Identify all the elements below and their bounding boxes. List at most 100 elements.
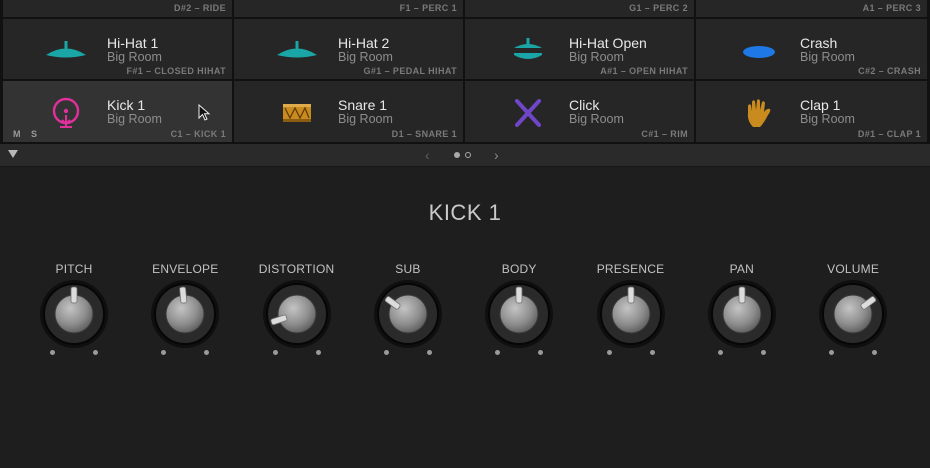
pad-ride[interactable]: D#2 – RIDE (3, 0, 232, 17)
pad-note: A#1 – OPEN HIHAT (600, 66, 688, 76)
knob-distortion: DISTORTION (242, 261, 352, 361)
cymbal-icon (274, 31, 320, 71)
next-page-button[interactable]: › (494, 146, 499, 164)
knob-min-marker (161, 350, 167, 355)
knob-max-marker (426, 350, 432, 355)
rotary-knob[interactable] (818, 279, 888, 349)
pad-name: Hi-Hat 1 (107, 35, 159, 51)
pad-note: F1 – PERC 1 (399, 3, 457, 13)
page-indicator-1[interactable] (454, 152, 460, 158)
cymbal-icon (43, 31, 89, 71)
pad-name: Snare 1 (338, 97, 388, 113)
page-indicator-2[interactable] (465, 152, 471, 158)
pad-note: D#1 – CLAP 1 (857, 129, 921, 139)
pad-name: Hi-Hat Open (569, 35, 647, 51)
mute-button[interactable]: M (13, 129, 21, 139)
pad-kit: Big Room (107, 50, 162, 64)
pad-name: Hi-Hat 2 (338, 35, 390, 51)
rotary-knob[interactable] (150, 279, 220, 349)
crash-cymbal-icon (736, 31, 782, 71)
pad-perc-1[interactable]: F1 – PERC 1 (234, 0, 463, 17)
knob-max-marker (760, 350, 766, 355)
pad-note: D1 – SNARE 1 (391, 129, 457, 139)
knob-max-marker (315, 350, 321, 355)
pad-kit: Big Room (338, 112, 393, 126)
pad-note: G#1 – PEDAL HIHAT (363, 66, 457, 76)
knob-min-marker (383, 350, 389, 355)
mouse-cursor-icon (198, 104, 211, 121)
knob-min-marker (495, 350, 501, 355)
knob-min-marker (717, 350, 723, 355)
pad-kit: Big Room (800, 112, 855, 126)
rotary-knob[interactable] (39, 279, 109, 349)
pad-note: F#1 – CLOSED HIHAT (126, 66, 226, 76)
pad-name: Kick 1 (107, 97, 146, 113)
knob-max-marker (538, 350, 544, 355)
pad-snare-1[interactable]: Snare 1 Big Room D1 – SNARE 1 (234, 81, 463, 142)
knob-min-marker (272, 350, 278, 355)
pad-name: Click (569, 97, 600, 113)
knob-max-marker (649, 350, 655, 355)
knob-label: SUB (395, 262, 421, 276)
pad-kit: Big Room (107, 112, 162, 126)
knob-pan: PAN (687, 261, 797, 361)
knob-label: DISTORTION (258, 262, 335, 276)
pad-kit: Big Room (800, 50, 855, 64)
pad-kit: Big Room (338, 50, 393, 64)
knob-max-marker (204, 350, 210, 355)
knob-min-marker (829, 350, 835, 355)
knob-label: PRESENCE (596, 262, 665, 276)
collapse-arrow-icon[interactable] (8, 150, 18, 158)
knob-volume: VOLUME (798, 261, 908, 361)
snare-drum-icon (274, 93, 320, 133)
selected-pad-title: KICK 1 (428, 200, 502, 225)
pad-hihat-1[interactable]: Hi-Hat 1 Big Room F#1 – CLOSED HIHAT (3, 19, 232, 79)
open-hihat-icon (505, 31, 551, 71)
pad-name: Crash (800, 35, 838, 51)
drum-machine-app: D#2 – RIDE F1 – PERC 1 G1 – PERC 2 A1 – … (0, 0, 930, 468)
pad-perc-3[interactable]: A1 – PERC 3 (696, 0, 927, 17)
knob-pitch: PITCH (19, 261, 129, 361)
pad-note: C#2 – CRASH (858, 66, 921, 76)
rotary-knob[interactable] (596, 279, 666, 349)
pad-note: A1 – PERC 3 (862, 3, 921, 13)
knob-sub: SUB (353, 261, 463, 361)
kick-drum-icon (43, 93, 89, 133)
rotary-knob[interactable] (707, 279, 777, 349)
pad-click[interactable]: Click Big Room C#1 – RIM (465, 81, 694, 142)
knob-label: PAN (729, 262, 754, 276)
sound-editor: KICK 1 PITCH ENVELOPE DISTORTION SUB BODY PRE… (0, 167, 930, 468)
knob-label: VOLUME (827, 262, 880, 276)
knob-label: BODY (501, 262, 537, 276)
knob-max-marker (872, 350, 878, 355)
previous-page-button[interactable]: ‹ (425, 146, 430, 164)
knob-max-marker (93, 350, 98, 355)
clap-hand-icon (736, 93, 782, 133)
pad-note: C#1 – RIM (641, 129, 688, 139)
pad-name: Clap 1 (800, 97, 841, 113)
pad-hihat-2[interactable]: Hi-Hat 2 Big Room G#1 – PEDAL HIHAT (234, 19, 463, 79)
pager-bar: ‹ › (0, 144, 930, 167)
pad-crash[interactable]: Crash Big Room C#2 – CRASH (696, 19, 927, 79)
pad-kit: Big Room (569, 50, 624, 64)
pad-grid: D#2 – RIDE F1 – PERC 1 G1 – PERC 2 A1 – … (0, 0, 930, 144)
knob-body: BODY (464, 261, 574, 361)
pad-note: D#2 – RIDE (173, 3, 226, 13)
knob-label: ENVELOPE (152, 262, 219, 276)
knob-min-marker (50, 350, 55, 355)
knob-presence: PRESENCE (576, 261, 686, 361)
rotary-knob[interactable] (262, 279, 332, 349)
rotary-knob[interactable] (484, 279, 554, 349)
pad-kit: Big Room (569, 112, 624, 126)
solo-button[interactable]: S (31, 129, 37, 139)
pad-note: C1 – KICK 1 (170, 129, 226, 139)
knob-envelope: ENVELOPE (130, 261, 240, 361)
knob-label: PITCH (55, 262, 93, 276)
rotary-knob[interactable] (373, 279, 443, 349)
drumsticks-icon (505, 93, 551, 133)
pad-clap-1[interactable]: Clap 1 Big Room D#1 – CLAP 1 (696, 81, 927, 142)
pad-perc-2[interactable]: G1 – PERC 2 (465, 0, 694, 17)
pad-note: G1 – PERC 2 (629, 3, 688, 13)
knob-min-marker (606, 350, 612, 355)
pad-hihat-open[interactable]: Hi-Hat Open Big Room A#1 – OPEN HIHAT (465, 19, 694, 79)
